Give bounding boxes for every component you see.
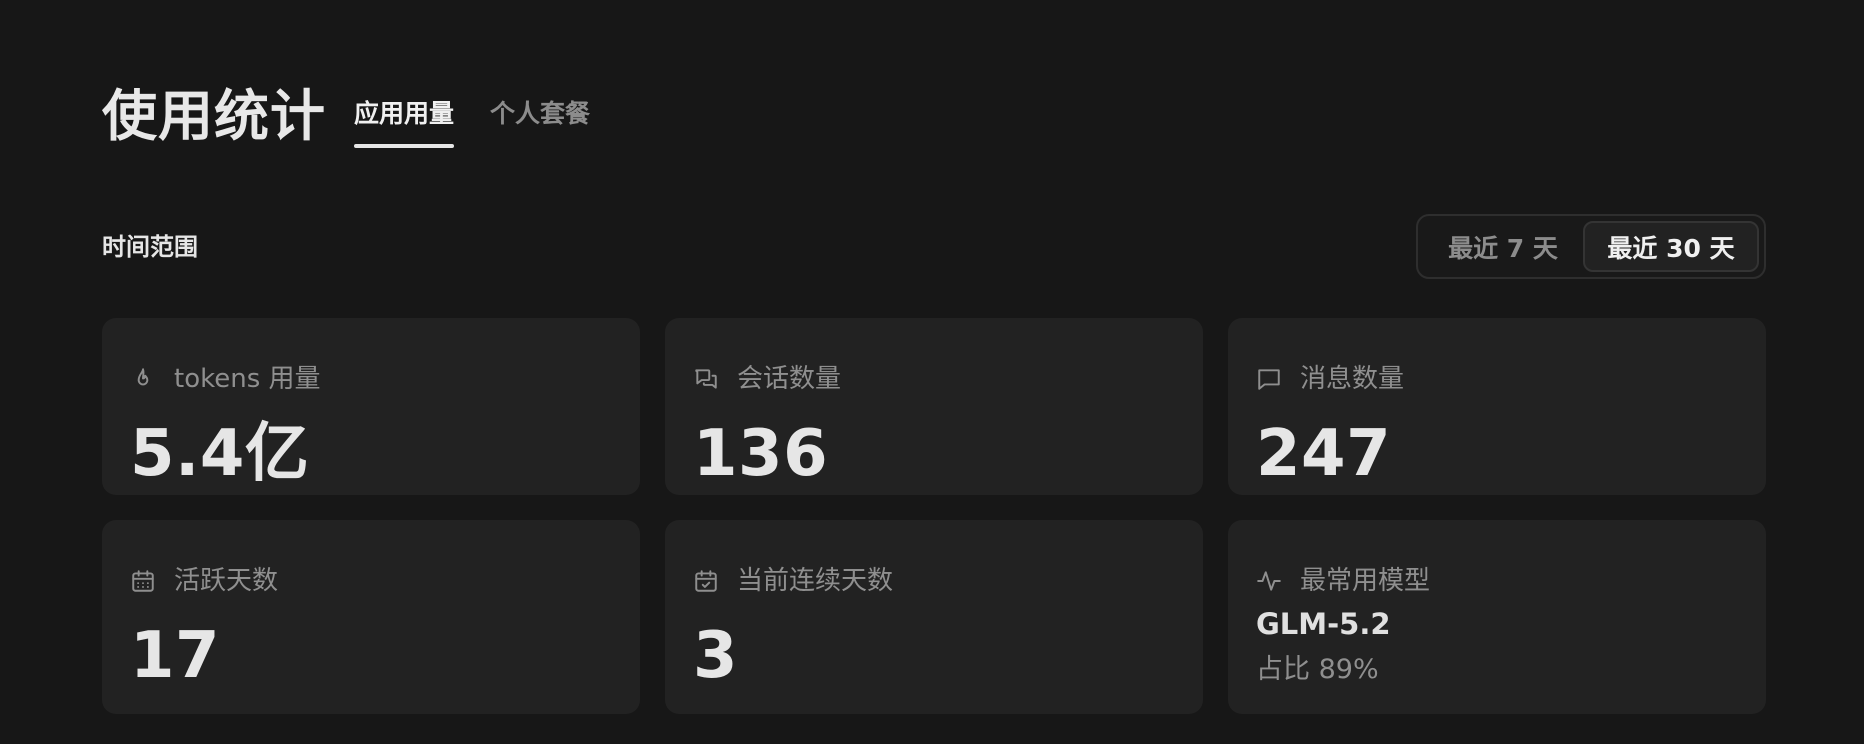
activity-icon (1256, 568, 1282, 594)
tab-app-usage[interactable]: 应用用量 (354, 96, 455, 148)
card-header: 最常用模型 (1256, 564, 1430, 598)
card-value: 5.4亿 (130, 417, 310, 491)
card-header: 会话数量 (693, 362, 841, 396)
card-label: 当前连续天数 (737, 566, 894, 596)
calendar-check-icon (693, 568, 719, 594)
chat-bubbles-icon (693, 366, 719, 392)
card-value: 136 (693, 417, 829, 491)
card-value: 17 (130, 619, 221, 693)
card-value: 3 (693, 619, 739, 693)
message-icon (1256, 366, 1282, 392)
page-title: 使用统计 (102, 84, 327, 148)
tab-personal-plan[interactable]: 个人套餐 (490, 96, 590, 146)
card-header: 活跃天数 (130, 564, 278, 598)
stat-card-messages: 消息数量 247 (1228, 318, 1766, 495)
time-range-label: 时间范围 (102, 233, 198, 261)
card-header: 消息数量 (1256, 362, 1404, 396)
card-label: 最常用模型 (1300, 566, 1431, 596)
card-header: tokens 用量 (130, 362, 321, 396)
range-option-7-days[interactable]: 最近 7 天 (1423, 221, 1583, 272)
range-option-30-days[interactable]: 最近 30 天 (1583, 221, 1759, 272)
stat-card-top-model: 最常用模型 GLM-5.2 占比 89% (1228, 520, 1766, 714)
stat-card-streak: 当前连续天数 3 (665, 520, 1203, 714)
stat-card-sessions: 会话数量 136 (665, 318, 1203, 495)
model-name: GLM-5.2 (1256, 607, 1391, 641)
stat-card-active-days: 活跃天数 17 (102, 520, 640, 714)
flame-icon (130, 366, 156, 392)
tab-bar: 应用用量 个人套餐 (354, 96, 590, 148)
card-label: 活跃天数 (174, 566, 279, 596)
card-value: 247 (1256, 417, 1392, 491)
calendar-grid-icon (130, 568, 156, 594)
model-share: 占比 89% (1256, 654, 1379, 685)
card-label: tokens 用量 (174, 364, 321, 394)
time-range-selector: 最近 7 天 最近 30 天 (1416, 214, 1766, 279)
usage-stats-page: 使用统计 应用用量 个人套餐 时间范围 最近 7 天 最近 30 天 token… (0, 0, 1864, 744)
card-header: 当前连续天数 (693, 564, 893, 598)
stat-card-tokens: tokens 用量 5.4亿 (102, 318, 640, 495)
header: 使用统计 应用用量 个人套餐 (102, 80, 590, 156)
card-label: 会话数量 (737, 364, 842, 394)
card-label: 消息数量 (1300, 364, 1405, 394)
